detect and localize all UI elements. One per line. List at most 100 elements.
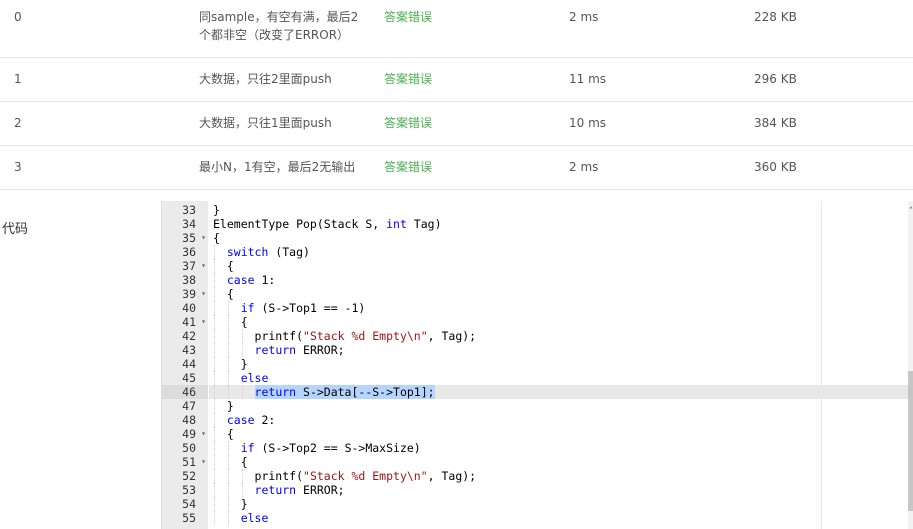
- indent-guide: [214, 427, 215, 441]
- code-line[interactable]: {: [209, 231, 913, 245]
- indent-guide: [214, 441, 215, 455]
- code-line[interactable]: printf("Stack %d Empty\n", Tag);: [209, 329, 913, 343]
- test-result-row: 3 最小N，1有空，最后2无输出 答案错误 2 ms 360 KB: [0, 146, 913, 190]
- fold-arrow-icon[interactable]: ▾: [201, 231, 206, 245]
- test-case-index: 3: [14, 160, 22, 174]
- code-line[interactable]: case 2:: [209, 413, 913, 427]
- code-line-text: {: [213, 259, 234, 273]
- indent-guide: [214, 273, 215, 287]
- code-line[interactable]: }: [209, 203, 913, 217]
- indent-guide: [241, 483, 243, 497]
- code-line-text: if (S->Top1 == -1): [240, 301, 366, 315]
- scrollbar-thumb[interactable]: [908, 371, 913, 511]
- test-case-index: 1: [14, 72, 22, 86]
- test-case-description: 同sample，有空有满，最后2个都非空（改变了ERROR）: [199, 10, 359, 42]
- test-case-status: 答案错误: [384, 10, 433, 24]
- code-line[interactable]: }: [209, 357, 913, 371]
- code-line-text: else: [240, 511, 269, 525]
- code-line[interactable]: ElementType Pop(Stack S, int Tag): [209, 217, 913, 231]
- test-result-row: 1 大数据，只往2里面push 答案错误 11 ms 296 KB: [0, 58, 913, 102]
- indent-guide: [227, 441, 229, 455]
- line-number: 37 ▾: [162, 259, 208, 273]
- indent-guide: [214, 455, 215, 469]
- indent-guide: [227, 343, 229, 357]
- line-number: 40: [162, 301, 208, 315]
- code-line[interactable]: {: [209, 427, 913, 441]
- indent-guide: [227, 371, 229, 385]
- code-line-text: printf("Stack %d Empty\n", Tag);: [213, 329, 477, 343]
- line-number-text: 33: [182, 203, 196, 217]
- code-line-text: return ERROR;: [254, 343, 345, 357]
- code-line[interactable]: return S->Data[--S->Top1];: [209, 385, 913, 399]
- line-number: 55: [162, 511, 208, 525]
- line-number: 35 ▾: [162, 231, 208, 245]
- code-line[interactable]: switch (Tag): [209, 245, 913, 259]
- line-number-text: 45: [182, 371, 196, 385]
- test-case-status: 答案错误: [384, 72, 433, 86]
- test-case-memory: 384 KB: [754, 116, 797, 130]
- code-line[interactable]: if (S->Top1 == -1): [209, 301, 913, 315]
- code-line[interactable]: if (S->Top2 == S->MaxSize): [209, 441, 913, 455]
- indent-guide: [227, 511, 229, 525]
- line-number-text: 34: [182, 217, 196, 231]
- test-case-time: 2 ms: [569, 160, 599, 174]
- code-line[interactable]: else: [209, 511, 913, 525]
- test-case-description: 最小N，1有空，最后2无输出: [199, 160, 356, 174]
- indent-guide: [214, 245, 215, 259]
- code-line[interactable]: {: [209, 287, 913, 301]
- indent-guide: [227, 469, 229, 483]
- line-number-text: 41: [182, 315, 196, 329]
- line-number-text: 42: [182, 329, 196, 343]
- code-line[interactable]: {: [209, 455, 913, 469]
- scroll-up-arrow-icon[interactable]: ▴: [908, 203, 913, 211]
- code-line-text: }: [213, 399, 234, 413]
- line-number-text: 40: [182, 301, 196, 315]
- fold-arrow-icon[interactable]: ▾: [201, 315, 206, 329]
- code-content[interactable]: } ElementType Pop(Stack S, int Tag){ swit…: [209, 201, 913, 529]
- indent-guide: [227, 385, 229, 399]
- code-line[interactable]: case 1:: [209, 273, 913, 287]
- indent-guide: [214, 413, 215, 427]
- indent-guide: [214, 301, 215, 315]
- indent-guide: [214, 469, 215, 483]
- line-number-text: 43: [182, 343, 196, 357]
- code-editor[interactable]: 33 34 35 ▾ 36 37 ▾ 38 39 ▾ 40 41 ▾ 42 43 44 45 46 47 48 49 ▾ 5…: [161, 201, 913, 529]
- indent-guide: [227, 455, 229, 469]
- indent-guide: [241, 385, 243, 399]
- line-number: 45: [162, 371, 208, 385]
- code-line[interactable]: }: [209, 497, 913, 511]
- test-case-description: 大数据，只往1里面push: [199, 116, 332, 130]
- line-number: 34: [162, 217, 208, 231]
- code-line-text: {: [213, 427, 234, 441]
- code-line[interactable]: return ERROR;: [209, 343, 913, 357]
- line-number-text: 46: [182, 385, 196, 399]
- code-line-text: case 1:: [226, 273, 276, 287]
- test-case-status: 答案错误: [384, 116, 433, 130]
- fold-arrow-icon[interactable]: ▾: [201, 455, 206, 469]
- code-line[interactable]: printf("Stack %d Empty\n", Tag);: [209, 469, 913, 483]
- line-number: 46: [162, 385, 208, 399]
- indent-guide: [214, 287, 215, 301]
- code-line-text: {: [213, 287, 234, 301]
- indent-guide: [241, 343, 243, 357]
- code-line[interactable]: {: [209, 315, 913, 329]
- code-line-text: return S->Data[--S->Top1];: [213, 385, 435, 399]
- indent-guide: [214, 357, 215, 371]
- fold-arrow-icon[interactable]: ▾: [201, 259, 206, 273]
- indent-guide: [214, 385, 215, 399]
- line-number-text: 47: [182, 399, 196, 413]
- indent-guide: [214, 343, 215, 357]
- fold-arrow-icon[interactable]: ▾: [201, 427, 206, 441]
- line-number: 44: [162, 357, 208, 371]
- line-number-text: 49: [182, 427, 196, 441]
- code-line[interactable]: }: [209, 399, 913, 413]
- editor-scrollbar[interactable]: ▴: [908, 201, 913, 529]
- test-case-memory: 296 KB: [754, 72, 797, 86]
- code-line[interactable]: else: [209, 371, 913, 385]
- line-number: 33: [162, 203, 208, 217]
- fold-arrow-icon[interactable]: ▾: [201, 287, 206, 301]
- code-line[interactable]: {: [209, 259, 913, 273]
- code-line-text: printf("Stack %d Empty\n", Tag);: [213, 469, 477, 483]
- line-number-text: 37: [182, 259, 196, 273]
- code-line[interactable]: return ERROR;: [209, 483, 913, 497]
